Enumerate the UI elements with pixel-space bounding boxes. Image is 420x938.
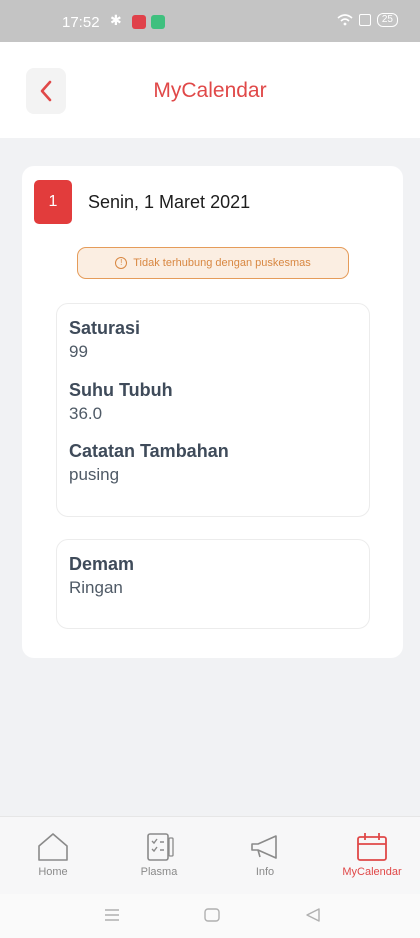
app-header: MyCalendar: [0, 42, 420, 138]
notification-app-icon-2: [151, 15, 165, 29]
nav-item-plasma[interactable]: Plasma: [114, 832, 204, 878]
wifi-icon: [337, 14, 353, 26]
menu-icon[interactable]: [104, 908, 120, 922]
field-label: Catatan Tambahan: [69, 441, 229, 461]
home-icon: [38, 833, 68, 861]
nav-label: Home: [38, 866, 68, 878]
date-row: 1 Senin, 1 Maret 2021: [34, 180, 250, 224]
field-label: Demam: [69, 554, 135, 574]
nav-item-home[interactable]: Home: [8, 832, 98, 878]
gear-icon: ✱: [110, 13, 122, 29]
page-title: MyCalendar: [153, 79, 267, 102]
field-demam: Demam Ringan: [69, 554, 134, 598]
field-label: Saturasi: [69, 318, 141, 338]
warning-text: Tidak terhubung dengan puskesmas: [133, 257, 311, 269]
megaphone-icon: [251, 835, 277, 859]
back-triangle-icon[interactable]: [305, 908, 321, 922]
battery-icon: 25: [376, 13, 398, 27]
field-value: 36.0: [69, 404, 103, 423]
field-value: 99: [69, 342, 88, 361]
calendar-entry-card: 1 Senin, 1 Maret 2021 ! Tidak terhubung …: [22, 166, 403, 658]
status-indicators: 25: [337, 13, 398, 27]
nav-item-mycalendar[interactable]: MyCalendar: [327, 832, 417, 878]
nav-label: Info: [255, 866, 275, 878]
field-label: Suhu Tubuh: [69, 380, 173, 400]
clipboard-icon: [147, 833, 174, 861]
calendar-icon: [357, 833, 387, 861]
field-saturasi: Saturasi 99: [69, 318, 140, 362]
nav-label: MyCalendar: [342, 866, 402, 878]
home-button-icon[interactable]: [204, 908, 220, 922]
system-nav-bar: [0, 894, 420, 938]
day-number-badge: 1: [34, 180, 72, 224]
connection-warning-badge: ! Tidak terhubung dengan puskesmas: [77, 247, 349, 279]
info-icon: !: [115, 257, 128, 269]
status-bar: 17:52 ✱ 25: [0, 0, 420, 42]
field-value: pusing: [69, 465, 120, 484]
nav-label: Plasma: [140, 866, 178, 878]
status-time: 17:52: [62, 14, 100, 31]
notification-app-icon: [132, 15, 146, 29]
field-value: Ringan: [69, 578, 123, 597]
nav-item-info[interactable]: Info: [220, 832, 310, 878]
vitals-box: Saturasi 99 Suhu Tubuh 36.0 Catatan Tamb…: [56, 303, 370, 517]
field-suhu-tubuh: Suhu Tubuh 36.0: [69, 380, 173, 424]
symptom-box: Demam Ringan: [56, 539, 370, 629]
field-catatan-tambahan: Catatan Tambahan pusing: [69, 441, 229, 485]
sim-icon: [358, 14, 371, 26]
entry-date: Senin, 1 Maret 2021: [88, 191, 251, 212]
bottom-nav: Home Plasma Info MyCalendar: [0, 816, 420, 894]
